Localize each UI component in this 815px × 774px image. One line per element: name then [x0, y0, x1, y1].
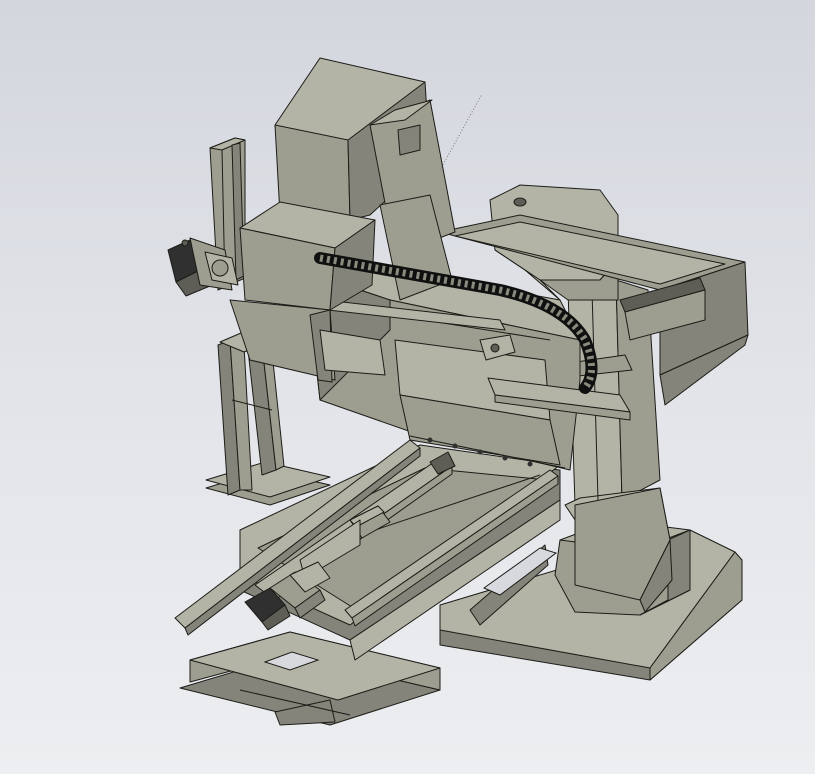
axis-line	[439, 93, 483, 171]
cad-viewport[interactable]	[0, 0, 815, 774]
machine-model[interactable]	[0, 0, 815, 774]
base-frame[interactable]	[179, 631, 441, 726]
